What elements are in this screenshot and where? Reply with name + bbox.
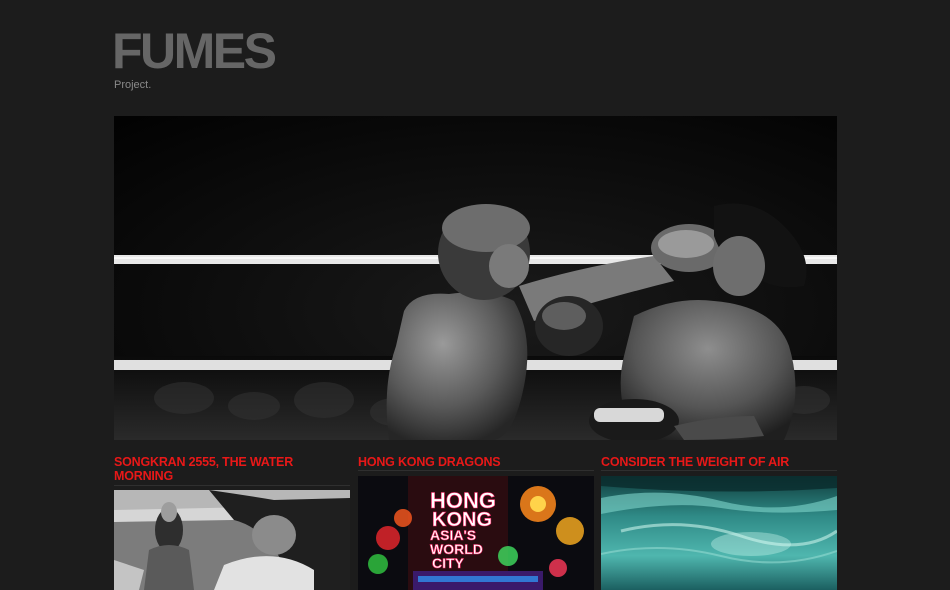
post-thumbnail[interactable]: HONG KONG ASIA'S WORLD CITY xyxy=(358,476,594,590)
site-header: FUMES Project. xyxy=(112,26,277,91)
site-logo[interactable]: FUMES xyxy=(112,26,277,76)
post-thumbnail[interactable] xyxy=(114,490,350,590)
divider xyxy=(601,470,837,471)
page: FUMES Project. SONGKRAN 2555, THE WATER … xyxy=(0,0,950,590)
post-thumbnail[interactable] xyxy=(601,476,837,590)
divider xyxy=(358,470,594,471)
hero-photo xyxy=(114,116,837,440)
post-card: CONSIDER THE WEIGHT OF AIR xyxy=(601,455,837,590)
post-title-link[interactable]: SONGKRAN 2555, THE WATER MORNING xyxy=(114,455,350,485)
post-card: SONGKRAN 2555, THE WATER MORNING xyxy=(114,455,350,590)
ocean-wave-photo xyxy=(601,476,837,590)
sign-text-city: CITY xyxy=(432,555,465,571)
post-card: HONG KONG DRAGONS HONG KONG ASIA'S WORLD… xyxy=(358,455,594,590)
post-title-link[interactable]: HONG KONG DRAGONS xyxy=(358,455,594,470)
songkran-photo xyxy=(114,490,350,590)
divider xyxy=(114,485,350,486)
hero-image[interactable] xyxy=(114,116,837,440)
post-grid: SONGKRAN 2555, THE WATER MORNING HONG KO… xyxy=(114,455,838,590)
hong-kong-photo: HONG KONG ASIA'S WORLD CITY xyxy=(358,476,594,590)
post-title-link[interactable]: CONSIDER THE WEIGHT OF AIR xyxy=(601,455,837,470)
site-tagline: Project. xyxy=(114,79,152,91)
